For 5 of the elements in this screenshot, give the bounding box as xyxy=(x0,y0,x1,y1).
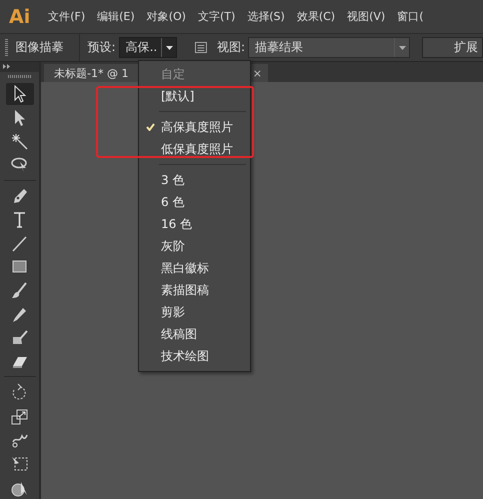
view-label: 视图: xyxy=(217,39,246,56)
document-title: 未标题-1* @ 1 xyxy=(54,66,128,80)
panel-title: 图像描摹 xyxy=(16,34,80,61)
preset-label: 预设: xyxy=(88,39,116,56)
app-logo: Ai xyxy=(8,6,32,28)
